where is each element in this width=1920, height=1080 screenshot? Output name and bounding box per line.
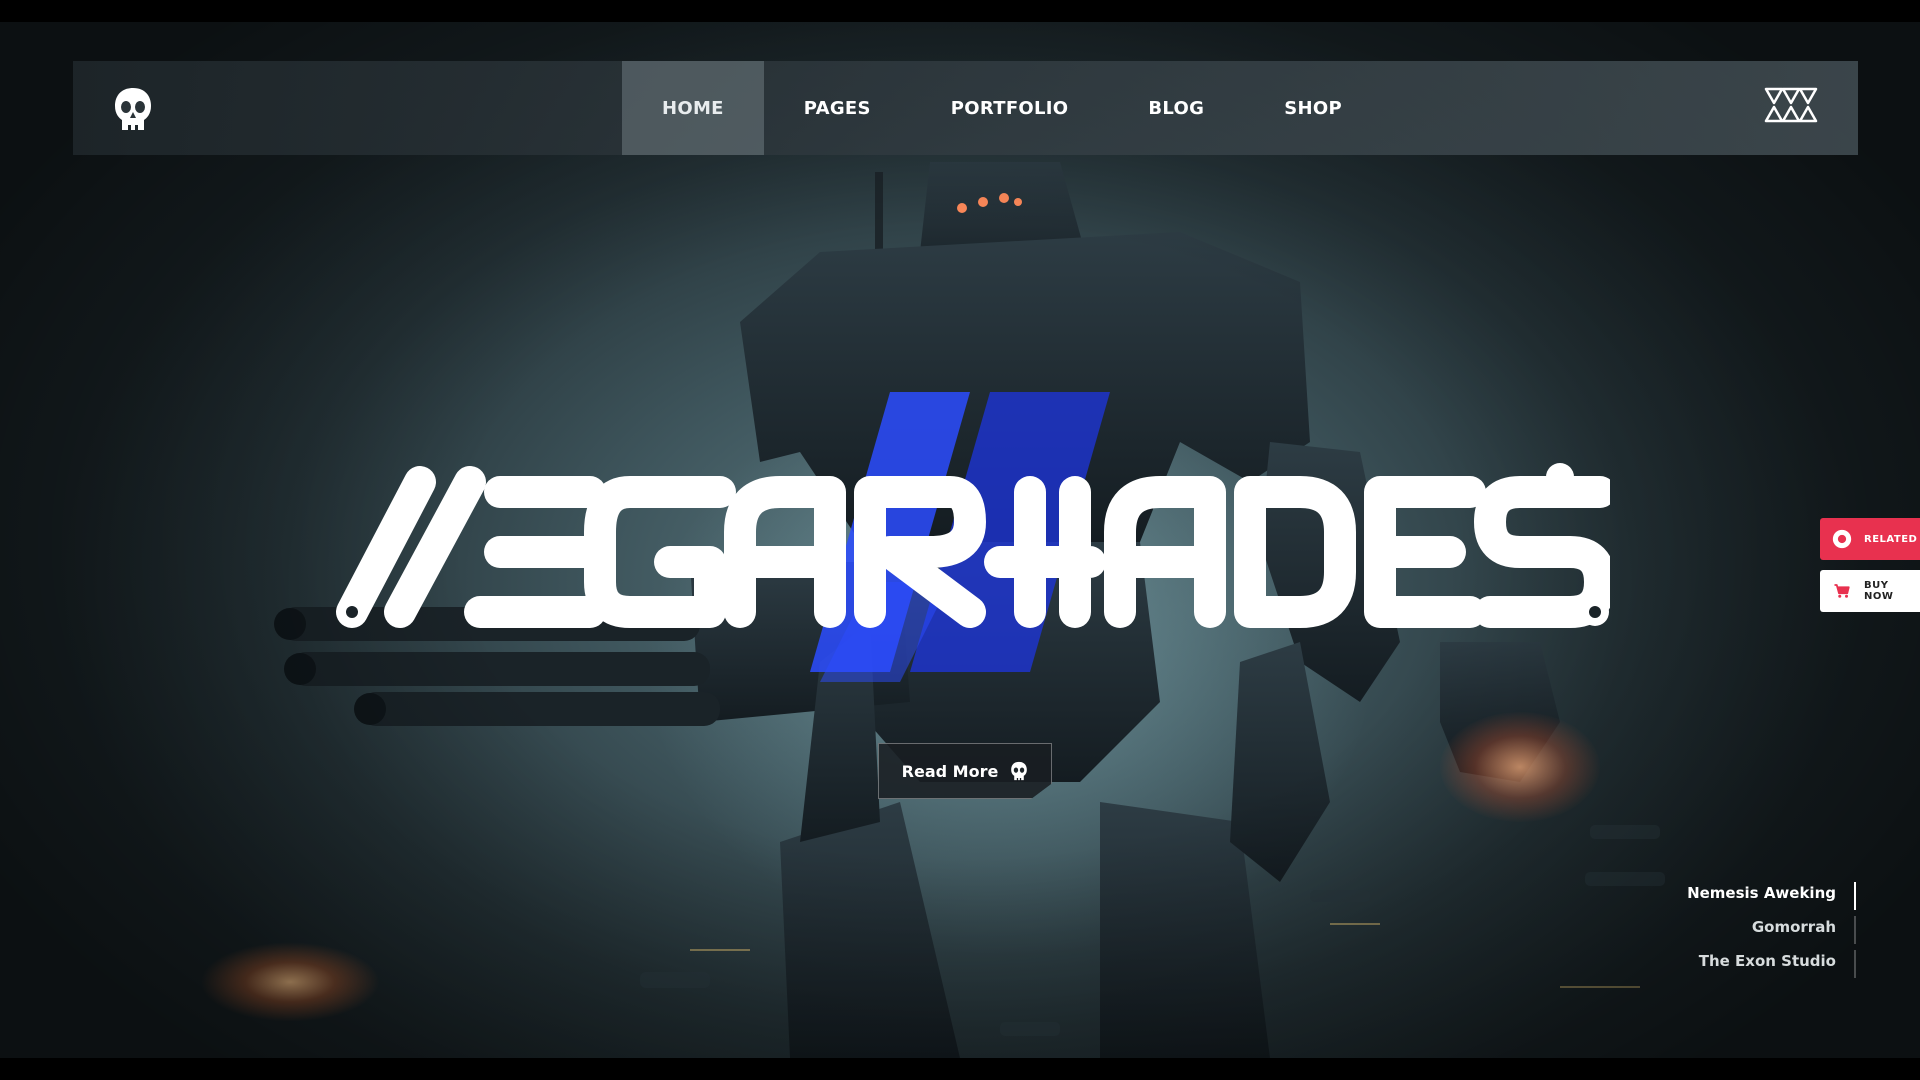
hero-title <box>330 382 1616 702</box>
slide-nav-label: Gomorrah <box>1751 918 1836 936</box>
slider-navigation: Nemesis Aweking Gomorrah The Exon Studio <box>1636 876 1856 978</box>
screen: HOME PAGES PORTFOLIO BLOG SHOP Read More <box>0 0 1920 1080</box>
read-more-label: Read More <box>901 761 999 781</box>
slide-nav-item[interactable]: The Exon Studio <box>1636 944 1856 978</box>
nav-menu: HOME PAGES PORTFOLIO BLOG SHOP <box>622 61 1382 155</box>
related-tab-label: RELATED <box>1864 533 1918 545</box>
slide-indicator <box>1854 916 1856 944</box>
hand-glow <box>1440 712 1600 822</box>
nav-item-shop[interactable]: SHOP <box>1244 61 1382 155</box>
main-navbar: HOME PAGES PORTFOLIO BLOG SHOP <box>73 61 1858 155</box>
slide-indicator <box>1854 950 1856 978</box>
fire-glow <box>200 942 380 1022</box>
nav-item-portfolio[interactable]: PORTFOLIO <box>911 61 1109 155</box>
hero-section <box>0 22 1920 1058</box>
hero-title-graphic <box>336 392 1616 702</box>
related-tab[interactable]: RELATED <box>1820 518 1920 560</box>
slide-nav-item[interactable]: Nemesis Aweking <box>1636 876 1856 910</box>
buy-now-tab[interactable]: BUY NOW <box>1820 570 1920 612</box>
nav-item-home[interactable]: HOME <box>622 61 764 155</box>
skull-icon[interactable] <box>113 86 153 132</box>
circle-icon <box>1830 527 1854 551</box>
cart-icon <box>1830 579 1854 603</box>
skull-icon <box>1010 761 1028 781</box>
letterbox-bottom <box>0 1058 1920 1080</box>
slide-nav-label: The Exon Studio <box>1698 952 1836 970</box>
read-more-button[interactable]: Read More <box>878 743 1052 799</box>
nav-item-pages[interactable]: PAGES <box>764 61 911 155</box>
letterbox-top <box>0 0 1920 22</box>
slide-nav-item[interactable]: Gomorrah <box>1636 910 1856 944</box>
slide-indicator <box>1854 882 1856 910</box>
buy-now-tab-label: BUY NOW <box>1864 580 1894 602</box>
nav-item-blog[interactable]: BLOG <box>1108 61 1244 155</box>
slide-nav-label: Nemesis Aweking <box>1687 884 1836 902</box>
triangle-grid-icon[interactable] <box>1762 85 1820 131</box>
